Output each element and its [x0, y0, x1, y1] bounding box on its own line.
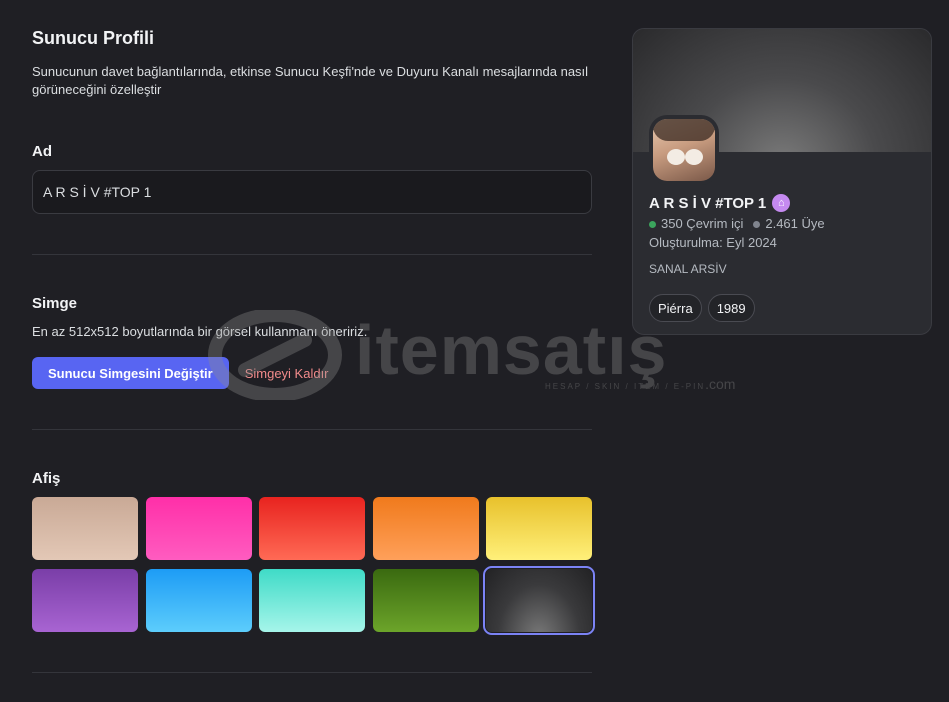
change-icon-button[interactable]: Sunucu Simgesini Değiştir — [32, 357, 229, 389]
divider — [32, 672, 592, 673]
preview-tags: Piérra 1989 — [649, 294, 917, 322]
server-name-value: A R S İ V #TOP 1 — [43, 184, 152, 200]
banner-swatch-purple[interactable] — [32, 569, 138, 632]
preview-description: SANAL ARSİV — [649, 262, 727, 276]
home-icon: ⌂ — [772, 194, 791, 212]
online-dot-icon — [649, 221, 656, 228]
preview-card-body: A R S İ V #TOP 1 ⌂ 350 Çevrim içi 2.461 … — [649, 194, 917, 322]
member-dot-icon — [753, 221, 761, 228]
banner-swatch-green[interactable] — [372, 569, 479, 632]
name-label: Ad — [32, 143, 52, 160]
online-count: 350 Çevrim içi — [649, 216, 743, 231]
banner-swatch-teal[interactable] — [259, 569, 365, 632]
created-date: Oluşturulma: Eyl 2024 — [649, 235, 777, 250]
preview-server-name-text: A R S İ V #TOP 1 — [649, 194, 767, 212]
divider — [32, 429, 592, 430]
banner-swatch-beige[interactable] — [32, 497, 138, 560]
banner-color-grid — [32, 497, 595, 635]
server-avatar — [649, 115, 719, 185]
divider — [32, 254, 592, 255]
remove-icon-button[interactable]: Simgeyi Kaldır — [245, 366, 329, 381]
preview-tag: Piérra — [649, 294, 702, 322]
member-count: 2.461 Üye — [753, 216, 825, 231]
page-title: Sunucu Profili — [32, 28, 155, 48]
preview-server-name: A R S İ V #TOP 1 ⌂ — [649, 194, 917, 212]
banner-swatch-red[interactable] — [259, 497, 365, 560]
server-preview-card: A R S İ V #TOP 1 ⌂ 350 Çevrim içi 2.461 … — [632, 28, 932, 335]
icon-hint: En az 512x512 boyutlarında bir görsel ku… — [32, 324, 368, 339]
icon-label: Simge — [32, 295, 78, 312]
preview-tag: 1989 — [707, 294, 755, 322]
icon-actions: Sunucu Simgesini Değiştir Simgeyi Kaldır — [32, 357, 592, 389]
server-avatar-image — [653, 119, 715, 181]
banner-swatch-dark[interactable] — [483, 566, 595, 635]
page-description: Sunucunun davet bağlantılarında, etkinse… — [32, 64, 589, 97]
server-name-input[interactable]: A R S İ V #TOP 1 — [32, 170, 592, 214]
server-profile-settings: Sunucu Profili Sunucunun davet bağlantıl… — [32, 28, 595, 673]
banner-swatch-blue[interactable] — [145, 569, 252, 632]
banner-swatch-pink[interactable] — [145, 497, 252, 560]
banner-swatch-yellow[interactable] — [486, 497, 592, 560]
banner-label: Afiş — [32, 470, 61, 487]
banner-swatch-orange[interactable] — [372, 497, 479, 560]
preview-stats: 350 Çevrim içi 2.461 Üye — [649, 216, 917, 231]
